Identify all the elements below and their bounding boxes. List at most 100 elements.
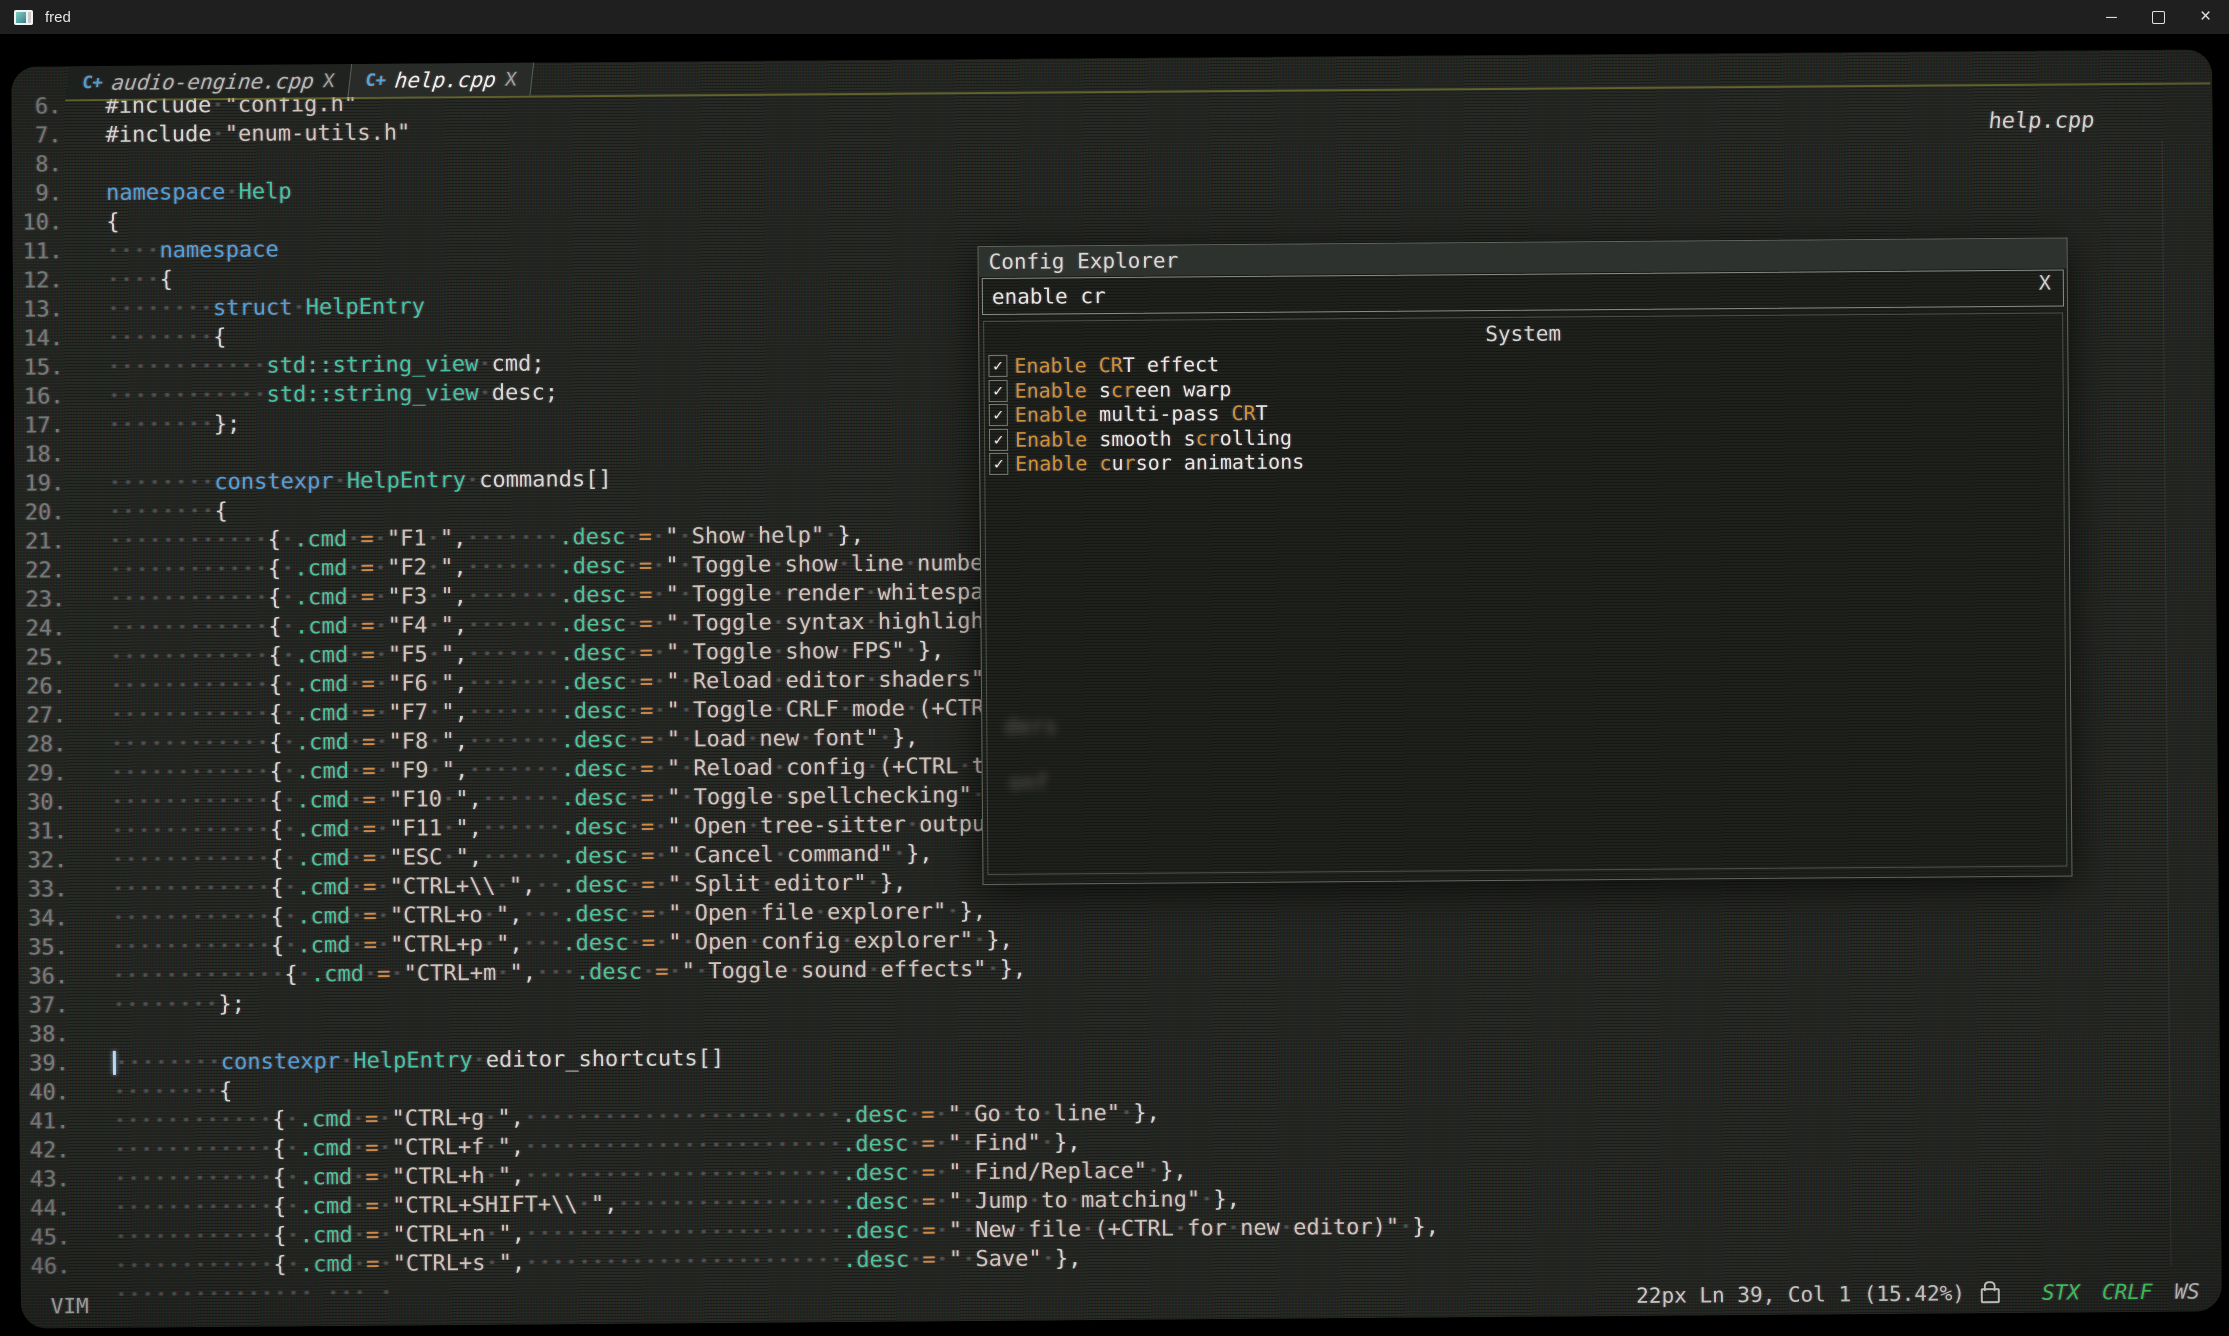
whitespace-dots: · bbox=[946, 899, 959, 924]
tab-close-icon[interactable]: X bbox=[322, 70, 336, 92]
whitespace-dots: · bbox=[376, 817, 389, 842]
whitespace-dots: · bbox=[1068, 1188, 1081, 1213]
whitespace-dots: · bbox=[442, 787, 455, 812]
line-number: 35. bbox=[18, 933, 68, 962]
whitespace-dots: · bbox=[626, 583, 639, 608]
line-content bbox=[64, 440, 108, 469]
popup-close-button[interactable]: X bbox=[2039, 271, 2051, 295]
whitespace-dots: · bbox=[1120, 1101, 1133, 1126]
whitespace-dots: · bbox=[788, 958, 801, 983]
config-option-label: Enable cursor animations bbox=[1015, 450, 1304, 476]
whitespace-dots: · bbox=[936, 1247, 949, 1272]
whitespace-dots: · bbox=[428, 729, 441, 754]
option-text: multi-pass bbox=[1087, 401, 1232, 426]
code-token: " bbox=[948, 1131, 961, 1156]
checkbox-checked-icon[interactable]: ✓ bbox=[989, 380, 1008, 402]
code-token: constexpr bbox=[221, 1049, 340, 1075]
line-content: ········{ bbox=[69, 1077, 232, 1107]
status-flag-stx: STX bbox=[2042, 1280, 2080, 1304]
crt-screen: C+audio-engine.cppXC+help.cppX help.cpp … bbox=[11, 49, 2222, 1328]
whitespace-dots: · bbox=[427, 584, 440, 609]
config-search-input[interactable]: enable cr bbox=[982, 270, 2064, 315]
checkbox-checked-icon[interactable]: ✓ bbox=[988, 355, 1007, 377]
whitespace-dots: · bbox=[681, 901, 694, 926]
maximize-button[interactable] bbox=[2135, 0, 2182, 34]
whitespace-dots: · bbox=[746, 727, 759, 752]
status-flag-ws: WS bbox=[2174, 1280, 2199, 1304]
code-token: " bbox=[441, 729, 454, 754]
line-number: 11. bbox=[12, 237, 62, 266]
code-token: " bbox=[509, 874, 522, 899]
whitespace-dots: · bbox=[427, 613, 440, 638]
code-token: = bbox=[361, 643, 374, 668]
tab-label: help.cpp bbox=[394, 67, 498, 92]
whitespace-dots: · bbox=[283, 846, 296, 871]
code-token: = bbox=[639, 641, 652, 666]
code-token: , bbox=[455, 700, 468, 725]
whitespace-dots: · bbox=[484, 1135, 497, 1160]
whitespace-dots: · bbox=[867, 958, 880, 983]
line-number: 33. bbox=[17, 875, 67, 904]
whitespace-dots: · bbox=[282, 701, 295, 726]
whitespace-dots: ········ bbox=[115, 1050, 221, 1076]
whitespace-dots: · bbox=[282, 643, 295, 668]
whitespace-dots: · bbox=[652, 554, 665, 579]
code-token: line bbox=[851, 552, 904, 577]
tab-help-cpp[interactable]: C+help.cppX bbox=[348, 63, 535, 97]
whitespace-dots: · bbox=[668, 959, 681, 984]
code-token bbox=[313, 1281, 326, 1306]
code-token: commands[] bbox=[479, 467, 612, 493]
code-token: = bbox=[921, 1102, 934, 1127]
whitespace-dots: · bbox=[748, 901, 761, 926]
checkbox-checked-icon[interactable]: ✓ bbox=[989, 453, 1008, 475]
line-number: 38. bbox=[19, 1020, 69, 1049]
code-token: { bbox=[273, 1253, 286, 1278]
code-token: Open bbox=[695, 930, 748, 955]
whitespace-dots: ··············· bbox=[115, 1281, 314, 1308]
code-token: = bbox=[366, 1223, 379, 1248]
whitespace-dots: · bbox=[347, 556, 360, 581]
close-button[interactable]: × bbox=[2182, 0, 2229, 34]
minimize-button[interactable]: ─ bbox=[2088, 0, 2135, 34]
code-token: line" bbox=[1054, 1101, 1120, 1127]
whitespace-dots: ············ bbox=[113, 1108, 272, 1134]
whitespace-dots: · bbox=[1041, 1131, 1054, 1156]
code-token: .cmd bbox=[295, 585, 348, 610]
whitespace-dots: · bbox=[286, 1223, 299, 1248]
code-token: Jump bbox=[975, 1189, 1028, 1214]
code-token: , bbox=[453, 526, 466, 551]
whitespace-dots: · bbox=[935, 1218, 948, 1243]
whitespace-dots: · bbox=[681, 872, 694, 897]
code-token: = bbox=[363, 904, 376, 929]
whitespace-dots: ······· bbox=[466, 525, 559, 551]
whitespace-dots: · bbox=[905, 697, 918, 722]
code-token: "F9 bbox=[389, 758, 429, 783]
whitespace-dots: · bbox=[364, 962, 377, 987]
line-number: 17. bbox=[14, 411, 64, 440]
code-token: .cmd bbox=[295, 672, 348, 697]
line-number: 25. bbox=[16, 643, 66, 672]
tab-audio-engine-cpp[interactable]: C+audio-engine.cppX bbox=[65, 64, 351, 99]
whitespace-dots: · bbox=[680, 756, 693, 781]
line-content: ········}; bbox=[64, 410, 241, 440]
whitespace-dots: · bbox=[287, 1252, 300, 1277]
code-token: " bbox=[667, 756, 680, 781]
code-token: = bbox=[363, 875, 376, 900]
status-flags: STXCRLFWS bbox=[2042, 1280, 2200, 1305]
checkbox-checked-icon[interactable]: ✓ bbox=[989, 404, 1008, 426]
code-token: "F11 bbox=[389, 816, 442, 841]
whitespace-dots: · bbox=[909, 1219, 922, 1244]
whitespace-dots: · bbox=[282, 672, 295, 697]
whitespace-dots: · bbox=[347, 527, 360, 552]
checkbox-checked-icon[interactable]: ✓ bbox=[989, 429, 1008, 451]
whitespace-dots: · bbox=[838, 639, 851, 664]
option-text bbox=[1087, 451, 1099, 475]
whitespace-dots: · bbox=[655, 902, 668, 927]
code-token: .cmd bbox=[295, 614, 348, 639]
code-token: .desc bbox=[562, 844, 628, 870]
tab-close-icon[interactable]: X bbox=[504, 68, 518, 90]
whitespace-dots: · bbox=[627, 786, 640, 811]
code-token: " bbox=[668, 901, 681, 926]
whitespace-dots: · bbox=[772, 669, 785, 694]
code-token: "CTRL+SHIFT+\\ bbox=[392, 1192, 578, 1218]
